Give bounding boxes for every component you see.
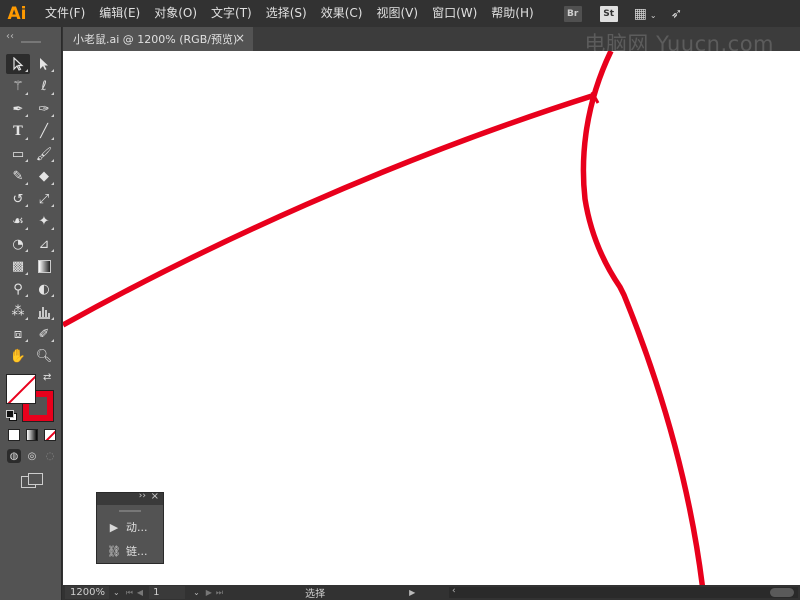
links-panel-label: 链... [126,545,148,558]
last-artboard-icon[interactable]: ⏭ [216,588,223,598]
swap-fill-stroke-icon[interactable]: ⇄ [43,372,51,383]
floating-panel: ›› × ▶ 动... ⛓ 链... [96,491,164,564]
zoom-field[interactable]: 1200% [65,586,109,599]
magic-wand-tool-icon[interactable]: ⚚ [6,77,30,97]
link-icon: ⛓ [107,544,121,558]
draw-normal-icon[interactable]: ◍ [7,449,21,463]
type-tool-icon[interactable]: T [6,122,30,142]
previous-artboard-icon[interactable]: ◀ [137,588,143,597]
artboard-tool-icon[interactable]: ⧈ [6,324,30,344]
gradient-mode-button[interactable] [26,429,38,441]
lasso-tool-icon[interactable]: ℓ [32,77,56,97]
direct-selection-tool-icon[interactable] [32,54,56,74]
tools-panel-grip[interactable] [21,41,41,43]
none-mode-button[interactable] [44,429,56,441]
rotate-tool-icon[interactable]: ↺ [6,189,30,209]
pen-tool-icon[interactable]: ✒ [6,99,30,119]
collapse-panel-icon[interactable]: ›› [139,491,146,501]
rectangle-tool-icon[interactable]: ▭ [6,144,30,164]
puppet-warp-tool-icon[interactable]: ✦ [32,212,56,232]
selection-tool-icon[interactable] [6,54,30,75]
warp-tool-icon[interactable]: ☙ [6,212,30,232]
stock-button[interactable]: St [599,5,618,22]
bridge-button[interactable]: Br [563,5,582,22]
status-bar: 1200% ⌄ ⏮ ◀ 1 ⌄ ▶ ⏭ 选择 ▶ ‹ [63,585,800,600]
artboard-dropdown-icon[interactable]: ⌄ [193,588,200,597]
curvature-tool-icon[interactable]: ✑ [32,99,56,119]
color-mode-row [8,429,62,441]
menu-edit[interactable]: 编辑(E) [92,0,147,27]
color-mode-button[interactable] [8,429,20,441]
horizontal-scrollbar[interactable]: ‹ [449,586,798,598]
first-artboard-icon[interactable]: ⏮ [126,588,133,598]
zoom-tool-icon[interactable]: 🔍︎ [32,347,56,367]
scale-tool-icon[interactable]: ⤢ [32,189,56,209]
floating-panel-grip[interactable] [119,510,141,512]
menu-help[interactable]: 帮助(H) [484,0,540,27]
actions-panel-item[interactable]: ▶ 动... [107,519,148,535]
eraser-tool-icon[interactable]: ◆ [32,167,56,187]
document-tab-bar: 小老鼠.ai @ 1200% (RGB/预览) × 电脑网 Yuucn.com [63,27,800,56]
mesh-tool-icon[interactable]: ▩ [6,257,30,277]
document-tab[interactable]: 小老鼠.ai @ 1200% (RGB/预览) × [63,27,253,51]
default-fill-stroke-icon[interactable] [6,410,17,421]
draw-behind-icon[interactable]: ◎ [25,449,39,463]
menu-object[interactable]: 对象(O) [147,0,204,27]
floating-panel-header[interactable]: ›› × [97,491,163,505]
links-panel-item[interactable]: ⛓ 链... [107,543,148,559]
blend-tool-icon[interactable]: ◐ [32,279,56,299]
menu-window[interactable]: 窗口(W) [425,0,484,27]
perspective-grid-tool-icon[interactable]: ⊿ [32,234,56,254]
slice-tool-icon[interactable]: ✐ [32,324,56,344]
shape-builder-tool-icon[interactable]: ◔ [6,234,30,254]
draw-mode-row: ◍ ◎ ◌ [7,449,61,463]
symbol-sprayer-tool-icon[interactable]: ⁂ [6,302,30,322]
column-graph-tool-icon[interactable] [32,302,56,322]
play-icon: ▶ [109,520,119,534]
menu-right-tools: Br St ▦ ⌄ ➶ [555,5,690,22]
actions-panel-label: 动... [126,521,148,534]
curve-left-path[interactable] [63,92,596,328]
hand-tool-icon[interactable]: ✋ [6,347,30,367]
paintbrush-tool-icon[interactable]: 🖌 [32,144,56,164]
fill-swatch[interactable] [6,374,36,404]
artboard-canvas[interactable] [63,51,800,585]
menu-list: 文件(F) 编辑(E) 对象(O) 文字(T) 选择(S) 效果(C) 视图(V… [38,0,541,27]
tools-panel: ‹‹ ⚚ ℓ ✒ ✑ T ╱ ▭ 🖌 ✎ ◆ ↺ ⤢ ☙ ✦ ◔ ⊿ ▩ ⚲ ◐… [0,27,62,600]
line-segment-tool-icon[interactable]: ╱ [32,122,56,142]
status-menu-icon[interactable]: ▶ [409,588,415,597]
zoom-dropdown-icon[interactable]: ⌄ [113,588,120,597]
menu-file[interactable]: 文件(F) [38,0,92,27]
screen-mode-icon[interactable] [21,473,43,488]
menu-select[interactable]: 选择(S) [259,0,314,27]
color-well: ⇄ [6,372,56,424]
gradient-tool-icon[interactable] [32,257,56,277]
arrange-documents-icon[interactable]: ▦ ⌄ [634,6,657,22]
eyedropper-tool-icon[interactable]: ⚲ [6,279,30,299]
close-icon[interactable]: × [235,31,245,45]
artwork [63,51,706,585]
app-logo: Ai [7,3,27,24]
close-icon[interactable]: × [151,491,159,502]
draw-inside-icon[interactable]: ◌ [43,449,57,463]
curve-right-path[interactable] [580,51,706,585]
artboard-number-field[interactable]: 1 [149,586,186,599]
document-tab-title: 小老鼠.ai @ 1200% (RGB/预览) [73,33,238,46]
menu-type[interactable]: 文字(T) [204,0,259,27]
shaper-tool-icon[interactable]: ✎ [6,167,30,187]
gpu-performance-icon[interactable]: ➶ [671,6,683,22]
scrollbar-thumb[interactable] [770,588,794,597]
scroll-left-icon[interactable]: ‹ [452,586,456,596]
next-artboard-icon[interactable]: ▶ [206,588,212,597]
menu-view[interactable]: 视图(V) [369,0,425,27]
status-tool-label: 选择 [305,589,326,600]
menu-effect[interactable]: 效果(C) [314,0,370,27]
menu-bar: Ai 文件(F) 编辑(E) 对象(O) 文字(T) 选择(S) 效果(C) 视… [0,0,800,27]
